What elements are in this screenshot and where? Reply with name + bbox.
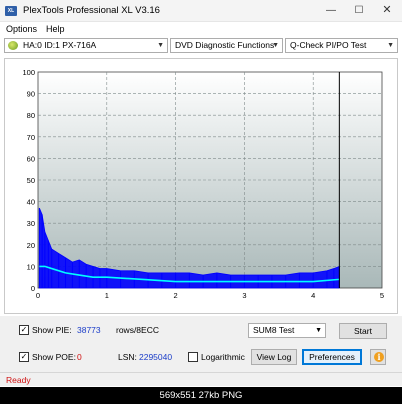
menu-help[interactable]: Help [46,24,65,34]
pi-chart-panel: 0 10 20 30 40 50 60 70 80 90 100 0 1 2 3 4 5 [4,58,398,314]
y-tick-label: 10 [27,262,35,271]
x-tick-label: 3 [242,291,246,300]
y-tick-label: 40 [27,198,35,207]
lsn-value: 2295040 [139,352,173,362]
minimize-button[interactable]: — [318,0,344,22]
toolbar: HA:0 ID:1 PX-716A ▼ DVD Diagnostic Funct… [0,37,402,55]
poe-count-value: 0 [77,352,82,362]
x-tick-label: 1 [105,291,109,300]
menu-bar: Options Help [0,22,402,36]
drive-select-value: HA:0 ID:1 PX-716A [23,40,97,50]
chevron-down-icon: ▼ [157,42,164,49]
test-select[interactable]: Q-Check PI/PO Test ▼ [285,38,398,53]
plextools-window: XL PlexTools Professional XL V3.16 — ☐ ✕… [0,0,402,404]
start-button[interactable]: Start [339,323,387,339]
y-tick-label: 100 [22,68,35,77]
show-poe-checkbox[interactable]: ✓ [19,352,29,362]
image-caption: 569x551 27kb PNG [0,387,402,404]
plextools-app-icon: XL [5,6,17,16]
maximize-button[interactable]: ☐ [346,0,372,22]
lsn-label: LSN: [118,352,137,362]
pie-count-value: 38773 [77,325,101,335]
show-pie-checkbox[interactable]: ✓ [19,325,29,335]
chevron-down-icon: ▼ [387,42,394,49]
test-mode-select[interactable]: SUM8 Test ▼ [248,323,326,338]
function-select-value: DVD Diagnostic Functions [175,40,275,50]
x-tick-label: 2 [174,291,178,300]
window-title: PlexTools Professional XL V3.16 [23,5,160,16]
show-pie-label: Show PIE: [32,325,72,335]
test-select-value: Q-Check PI/PO Test [290,40,367,50]
view-log-button[interactable]: View Log [251,349,297,365]
pi-chart: 0 10 20 30 40 50 60 70 80 90 100 0 1 2 3 4 5 [22,68,384,300]
status-bar: Ready [0,372,402,386]
info-button[interactable]: i [370,349,386,365]
chevron-down-icon: ▼ [272,42,279,49]
x-tick-label: 4 [311,291,315,300]
preferences-button[interactable]: Preferences [302,349,362,365]
y-tick-label: 90 [27,90,35,99]
x-tick-label: 0 [36,291,40,300]
info-icon: i [374,352,384,362]
title-bar: XL PlexTools Professional XL V3.16 — ☐ ✕ [0,0,402,22]
y-tick-label: 20 [27,241,35,250]
control-panel: ✓ Show PIE: 38773 rows/8ECC SUM8 Test ▼ … [0,316,402,372]
rows-label: rows/8ECC [116,325,159,335]
y-tick-label: 30 [27,219,35,228]
logarithmic-label: Logarithmic [201,352,245,362]
close-button[interactable]: ✕ [374,0,400,22]
status-text: Ready [6,375,31,385]
drive-select[interactable]: HA:0 ID:1 PX-716A ▼ [4,38,168,53]
chevron-down-icon: ▼ [315,327,322,334]
x-tick-label: 5 [380,291,384,300]
logarithmic-checkbox[interactable] [188,352,198,362]
menu-options[interactable]: Options [6,24,37,34]
y-tick-label: 80 [27,111,35,120]
function-select[interactable]: DVD Diagnostic Functions ▼ [170,38,283,53]
y-tick-label: 70 [27,133,35,142]
y-tick-label: 60 [27,154,35,163]
show-poe-label: Show POE: [32,352,76,362]
y-tick-label: 0 [31,284,35,293]
disc-drive-icon [8,41,18,50]
y-tick-label: 50 [27,176,35,185]
test-mode-value: SUM8 Test [253,325,295,335]
